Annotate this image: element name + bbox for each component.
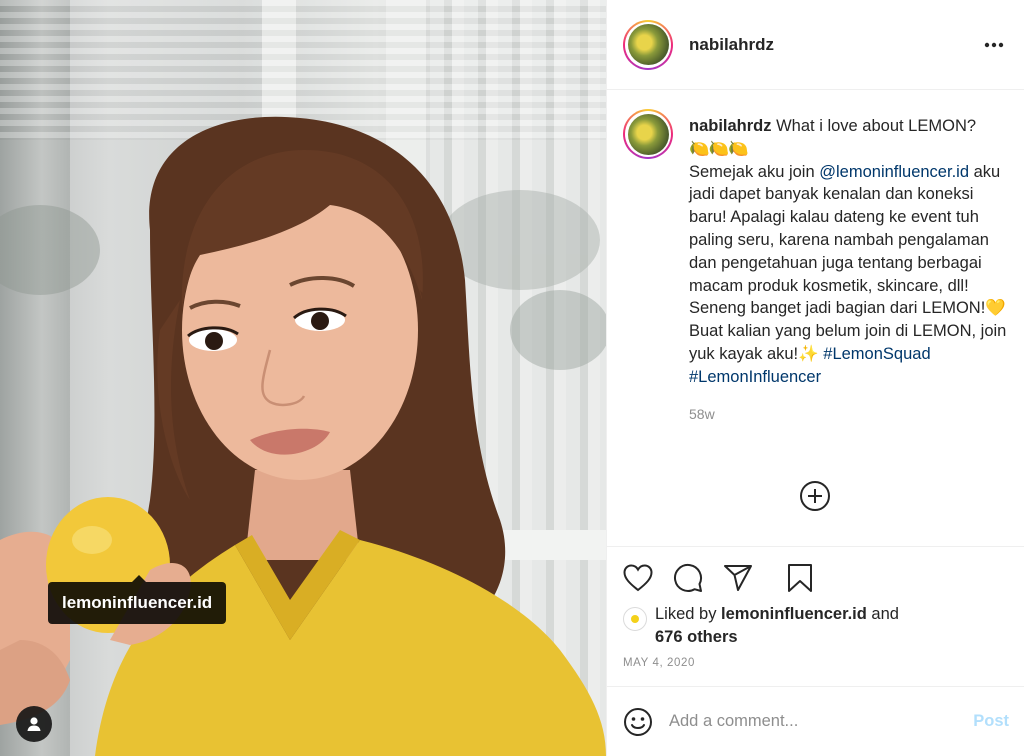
comment-form: Post: [607, 686, 1024, 756]
caption-text: nabilahrdz What i love about LEMON? 🍋🍋🍋 …: [689, 115, 1009, 425]
caption-timestamp[interactable]: 58w: [689, 403, 1009, 426]
post-sidebar: nabilahrdz nabilahrdz What i love about …: [606, 0, 1024, 756]
like-button[interactable]: [623, 558, 663, 598]
post-photo[interactable]: lemoninfluencer.id: [0, 0, 606, 756]
liker-username[interactable]: lemoninfluencer.id: [721, 605, 867, 623]
more-horizontal-icon: [984, 42, 1004, 47]
comments-section: nabilahrdz What i love about LEMON? 🍋🍋🍋 …: [607, 91, 1024, 546]
load-more-comments-button[interactable]: [798, 479, 832, 513]
caption-title: What i love about LEMON?: [776, 117, 977, 135]
photo-user-tag-label: lemoninfluencer.id: [62, 593, 213, 612]
share-button[interactable]: [723, 558, 763, 598]
likes-prefix: Liked by: [655, 605, 722, 623]
caption-row: nabilahrdz What i love about LEMON? 🍋🍋🍋 …: [623, 109, 1009, 425]
save-button[interactable]: [773, 558, 813, 598]
likes-others-link[interactable]: 676 others: [655, 628, 738, 646]
caption-intro: Semejak aku join: [689, 162, 820, 181]
paper-plane-icon: [724, 565, 752, 591]
avatar-image: [627, 113, 669, 155]
header-username[interactable]: nabilahrdz: [689, 35, 774, 55]
hashtag-link[interactable]: #LemonSquad: [823, 345, 930, 363]
lemon-emojis: 🍋🍋🍋: [689, 139, 749, 158]
sparkle-emoji: ✨: [798, 344, 819, 363]
heart-emoji: 💛: [985, 299, 1006, 318]
comment-input[interactable]: [669, 712, 964, 731]
photo-user-tag[interactable]: lemoninfluencer.id: [48, 575, 227, 624]
mention-link[interactable]: @lemoninfluencer.id: [819, 163, 969, 181]
bookmark-icon: [788, 564, 812, 592]
avatar[interactable]: [623, 19, 673, 70]
more-options-button[interactable]: [980, 31, 1008, 59]
caption-body: aku jadi dapet banyak kenalan dan koneks…: [689, 162, 1001, 318]
post-date[interactable]: MAY 4, 2020: [623, 657, 1009, 669]
heart-icon: [623, 564, 653, 592]
emoji-button[interactable]: [623, 707, 653, 737]
comment-bubble-icon: [674, 563, 702, 592]
selfie-illustration: [0, 116, 606, 756]
plus-circle-icon: [800, 481, 830, 511]
action-icons: [623, 547, 1009, 609]
comment-button[interactable]: [673, 558, 713, 598]
post-actions: Liked by lemoninfluencer.id and 676 othe…: [607, 546, 1024, 669]
likes-middle: and: [866, 605, 899, 623]
tagged-users-button[interactable]: [16, 706, 52, 742]
caption-username[interactable]: nabilahrdz: [689, 117, 772, 135]
post-comment-button[interactable]: Post: [973, 712, 1009, 731]
hashtag-link[interactable]: #LemonInfluencer: [689, 368, 821, 386]
likes-summary: Liked by lemoninfluencer.id and 676 othe…: [623, 603, 1009, 649]
person-icon: [27, 717, 41, 731]
likes-text: Liked by lemoninfluencer.id and 676 othe…: [655, 603, 899, 649]
post-header: nabilahrdz: [607, 0, 1024, 90]
smiley-icon: [624, 707, 652, 736]
liker-avatar[interactable]: [623, 607, 647, 631]
caption-avatar[interactable]: [623, 109, 673, 159]
avatar-image: [627, 24, 669, 65]
